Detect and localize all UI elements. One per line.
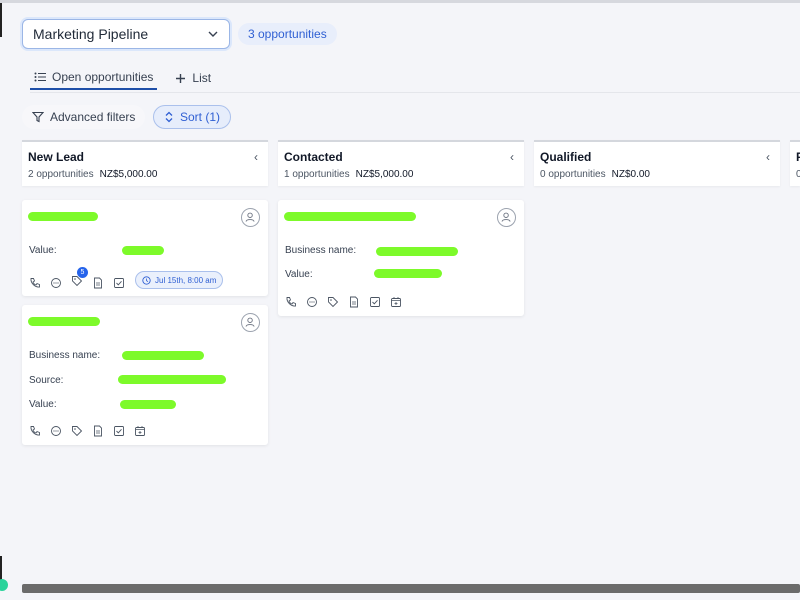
opportunity-count-badge: 3 opportunities (238, 23, 337, 45)
column-title: P (796, 150, 800, 164)
column-amount: NZ$0.00 (611, 169, 650, 180)
redacted-name (28, 317, 100, 326)
sort-button[interactable]: Sort (1) (153, 105, 232, 129)
column-meta: 2 opportunities NZ$5,000.00 (28, 169, 157, 180)
advanced-filters-button[interactable]: Advanced filters (22, 105, 146, 129)
notification-badge: 5 (77, 267, 88, 278)
tag-icon[interactable] (327, 296, 339, 308)
task-check-icon[interactable] (113, 277, 125, 289)
tag-icon[interactable] (71, 425, 83, 437)
appointment-date-text: Jul 15th, 8:00 am (155, 275, 217, 285)
collapse-column-icon[interactable]: ‹ (510, 150, 514, 164)
pipeline-select-value: Marketing Pipeline (33, 26, 149, 42)
card-actions (285, 296, 402, 308)
redacted-business-name (122, 351, 204, 360)
column-amount: NZ$5,000.00 (355, 169, 414, 180)
chevron-down-icon (208, 31, 218, 37)
sort-icon (165, 111, 173, 123)
column-header-contacted: Contacted 1 opportunities NZ$5,000.00 ‹ (278, 140, 524, 186)
filter-icon (32, 111, 44, 123)
column-title: Qualified (540, 150, 592, 164)
list-bullets-icon (34, 72, 46, 82)
phone-icon[interactable] (285, 296, 297, 308)
redacted-value (120, 400, 176, 409)
redacted-business-name (376, 247, 458, 256)
redacted-name (284, 212, 416, 221)
column-header-new-lead: New Lead 2 opportunities NZ$5,000.00 ‹ (22, 140, 268, 186)
column-amount: NZ$5,000.00 (99, 169, 158, 180)
chat-icon[interactable] (50, 425, 62, 437)
assign-user-icon[interactable] (241, 313, 260, 332)
opportunity-card[interactable]: Value: 5 Jul 15th, 8:00 am (22, 200, 268, 296)
redacted-value (374, 269, 442, 278)
phone-icon[interactable] (29, 425, 41, 437)
value-label: Value: (285, 269, 313, 280)
column-title: Contacted (284, 150, 343, 164)
document-icon[interactable] (348, 296, 360, 308)
column-count: 2 opportunities (28, 169, 94, 180)
column-count: 0 (796, 169, 800, 180)
sort-label: Sort (1) (180, 110, 221, 124)
redacted-source (118, 375, 226, 384)
column-meta: 1 opportunities NZ$5,000.00 (284, 169, 413, 180)
column-count: 0 opportunities (540, 169, 606, 180)
opportunity-card[interactable]: Business name: Source: Value: (22, 305, 268, 445)
column-count: 1 opportunities (284, 169, 350, 180)
column-meta: 0 (796, 169, 800, 180)
pipeline-select[interactable]: Marketing Pipeline (22, 19, 230, 49)
calendar-add-icon[interactable] (390, 296, 402, 308)
column-header-next: P 0 (790, 140, 800, 186)
card-actions (29, 425, 146, 437)
left-edge-line (0, 3, 2, 37)
value-label: Value: (29, 245, 57, 256)
advanced-filters-label: Advanced filters (50, 110, 136, 124)
tag-with-badge[interactable]: 5 (71, 267, 88, 292)
document-icon[interactable] (92, 277, 104, 289)
clock-icon (142, 275, 151, 285)
card-actions: 5 (29, 267, 125, 292)
status-dot (0, 579, 8, 591)
tabs-divider (30, 92, 800, 93)
business-name-label: Business name: (29, 350, 101, 361)
redacted-name (28, 212, 98, 221)
business-name-label: Business name: (285, 245, 357, 256)
view-tabs: Open opportunities List (30, 66, 215, 92)
task-check-icon[interactable] (113, 425, 125, 437)
task-check-icon[interactable] (369, 296, 381, 308)
horizontal-scrollbar[interactable] (22, 584, 800, 593)
document-icon[interactable] (92, 425, 104, 437)
phone-icon[interactable] (29, 277, 41, 289)
appointment-date-badge[interactable]: Jul 15th, 8:00 am (135, 271, 224, 289)
plus-icon (176, 73, 186, 83)
collapse-column-icon[interactable]: ‹ (766, 150, 770, 164)
calendar-add-icon[interactable] (134, 425, 146, 437)
chat-icon[interactable] (50, 277, 62, 289)
tab-label: List (192, 71, 212, 85)
column-title: New Lead (28, 150, 85, 164)
source-label: Source: (29, 375, 64, 386)
tab-list[interactable]: List (171, 66, 215, 90)
redacted-value (122, 246, 164, 255)
chat-icon[interactable] (306, 296, 318, 308)
tab-open-opportunities[interactable]: Open opportunities (30, 66, 158, 90)
value-label: Value: (29, 399, 57, 410)
tab-label: Open opportunities (52, 70, 154, 84)
top-border (0, 0, 800, 3)
assign-user-icon[interactable] (497, 208, 516, 227)
assign-user-icon[interactable] (241, 208, 260, 227)
column-header-qualified: Qualified 0 opportunities NZ$0.00 ‹ (534, 140, 780, 186)
column-meta: 0 opportunities NZ$0.00 (540, 169, 650, 180)
collapse-column-icon[interactable]: ‹ (254, 150, 258, 164)
opportunity-card[interactable]: Business name: Value: (278, 200, 524, 316)
